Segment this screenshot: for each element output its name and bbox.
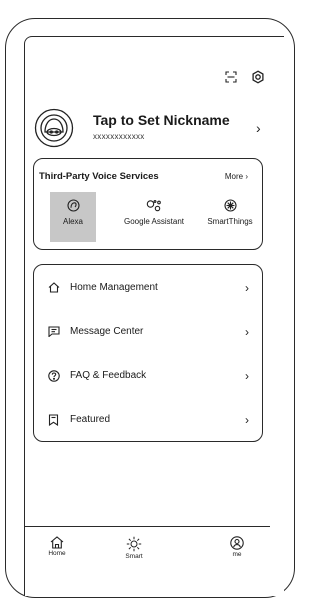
service-label: SmartThings [207,217,253,226]
alexa-icon [66,199,80,212]
account-id: xxxxxxxxxxxx [93,132,145,141]
tab-label: me [232,551,242,558]
nickname-label[interactable]: Tap to Set Nickname [93,112,230,128]
chevron-right-icon: › [245,281,249,295]
menu-item-label: FAQ & Feedback [70,370,147,381]
tabbar-divider [25,526,270,527]
more-link[interactable]: More › [225,172,248,181]
menu-item-label: Featured [70,414,111,425]
smartthings-icon [223,199,237,212]
profile-header[interactable]: Tap to Set Nickname xxxxxxxxxxxx › [34,108,270,150]
service-google-assistant[interactable]: Google Assistant [116,192,192,242]
chevron-right-icon[interactable]: › [243,172,248,181]
voice-services-title: Third-Party Voice Services [39,171,159,182]
chevron-right-icon: › [245,325,249,339]
voice-services-card: Third-Party Voice Services More › Alexa … [33,158,263,250]
menu-card: Home Management › Message Center › FAQ &… [33,264,263,442]
google-assistant-icon [146,200,161,212]
user-icon [230,536,244,550]
message-icon [48,326,60,337]
menu-item-label: Message Center [70,326,144,337]
chevron-right-icon[interactable]: › [256,120,261,136]
avatar[interactable] [34,108,74,148]
home-icon [48,282,60,293]
tab-me[interactable]: me [217,536,257,558]
service-label: Google Assistant [123,217,185,226]
menu-item-label: Home Management [70,282,158,293]
tab-home[interactable]: Home [37,536,77,557]
top-toolbar [225,70,265,84]
menu-item-message-center[interactable]: Message Center › [34,317,260,347]
service-label: Alexa [62,217,83,226]
menu-item-faq-feedback[interactable]: FAQ & Feedback › [34,361,260,391]
tab-smart[interactable]: Smart [114,536,154,560]
tab-label: Smart [125,553,143,560]
service-alexa[interactable]: Alexa [50,192,96,242]
voice-services-list: Alexa Google Assistant SmartThings [38,192,262,242]
menu-item-home-management[interactable]: Home Management › [34,273,260,303]
question-icon [48,370,60,382]
service-smartthings[interactable]: SmartThings [200,192,260,242]
tab-label: Home [48,550,66,557]
scan-icon[interactable] [225,71,237,83]
menu-item-featured[interactable]: Featured › [34,405,260,435]
bookmark-icon [48,414,59,426]
chevron-right-icon: › [245,369,249,383]
more-label[interactable]: More [225,172,243,181]
settings-icon[interactable] [251,70,265,84]
sun-icon [126,536,142,552]
chevron-right-icon: › [245,413,249,427]
home-tab-icon [50,536,64,549]
